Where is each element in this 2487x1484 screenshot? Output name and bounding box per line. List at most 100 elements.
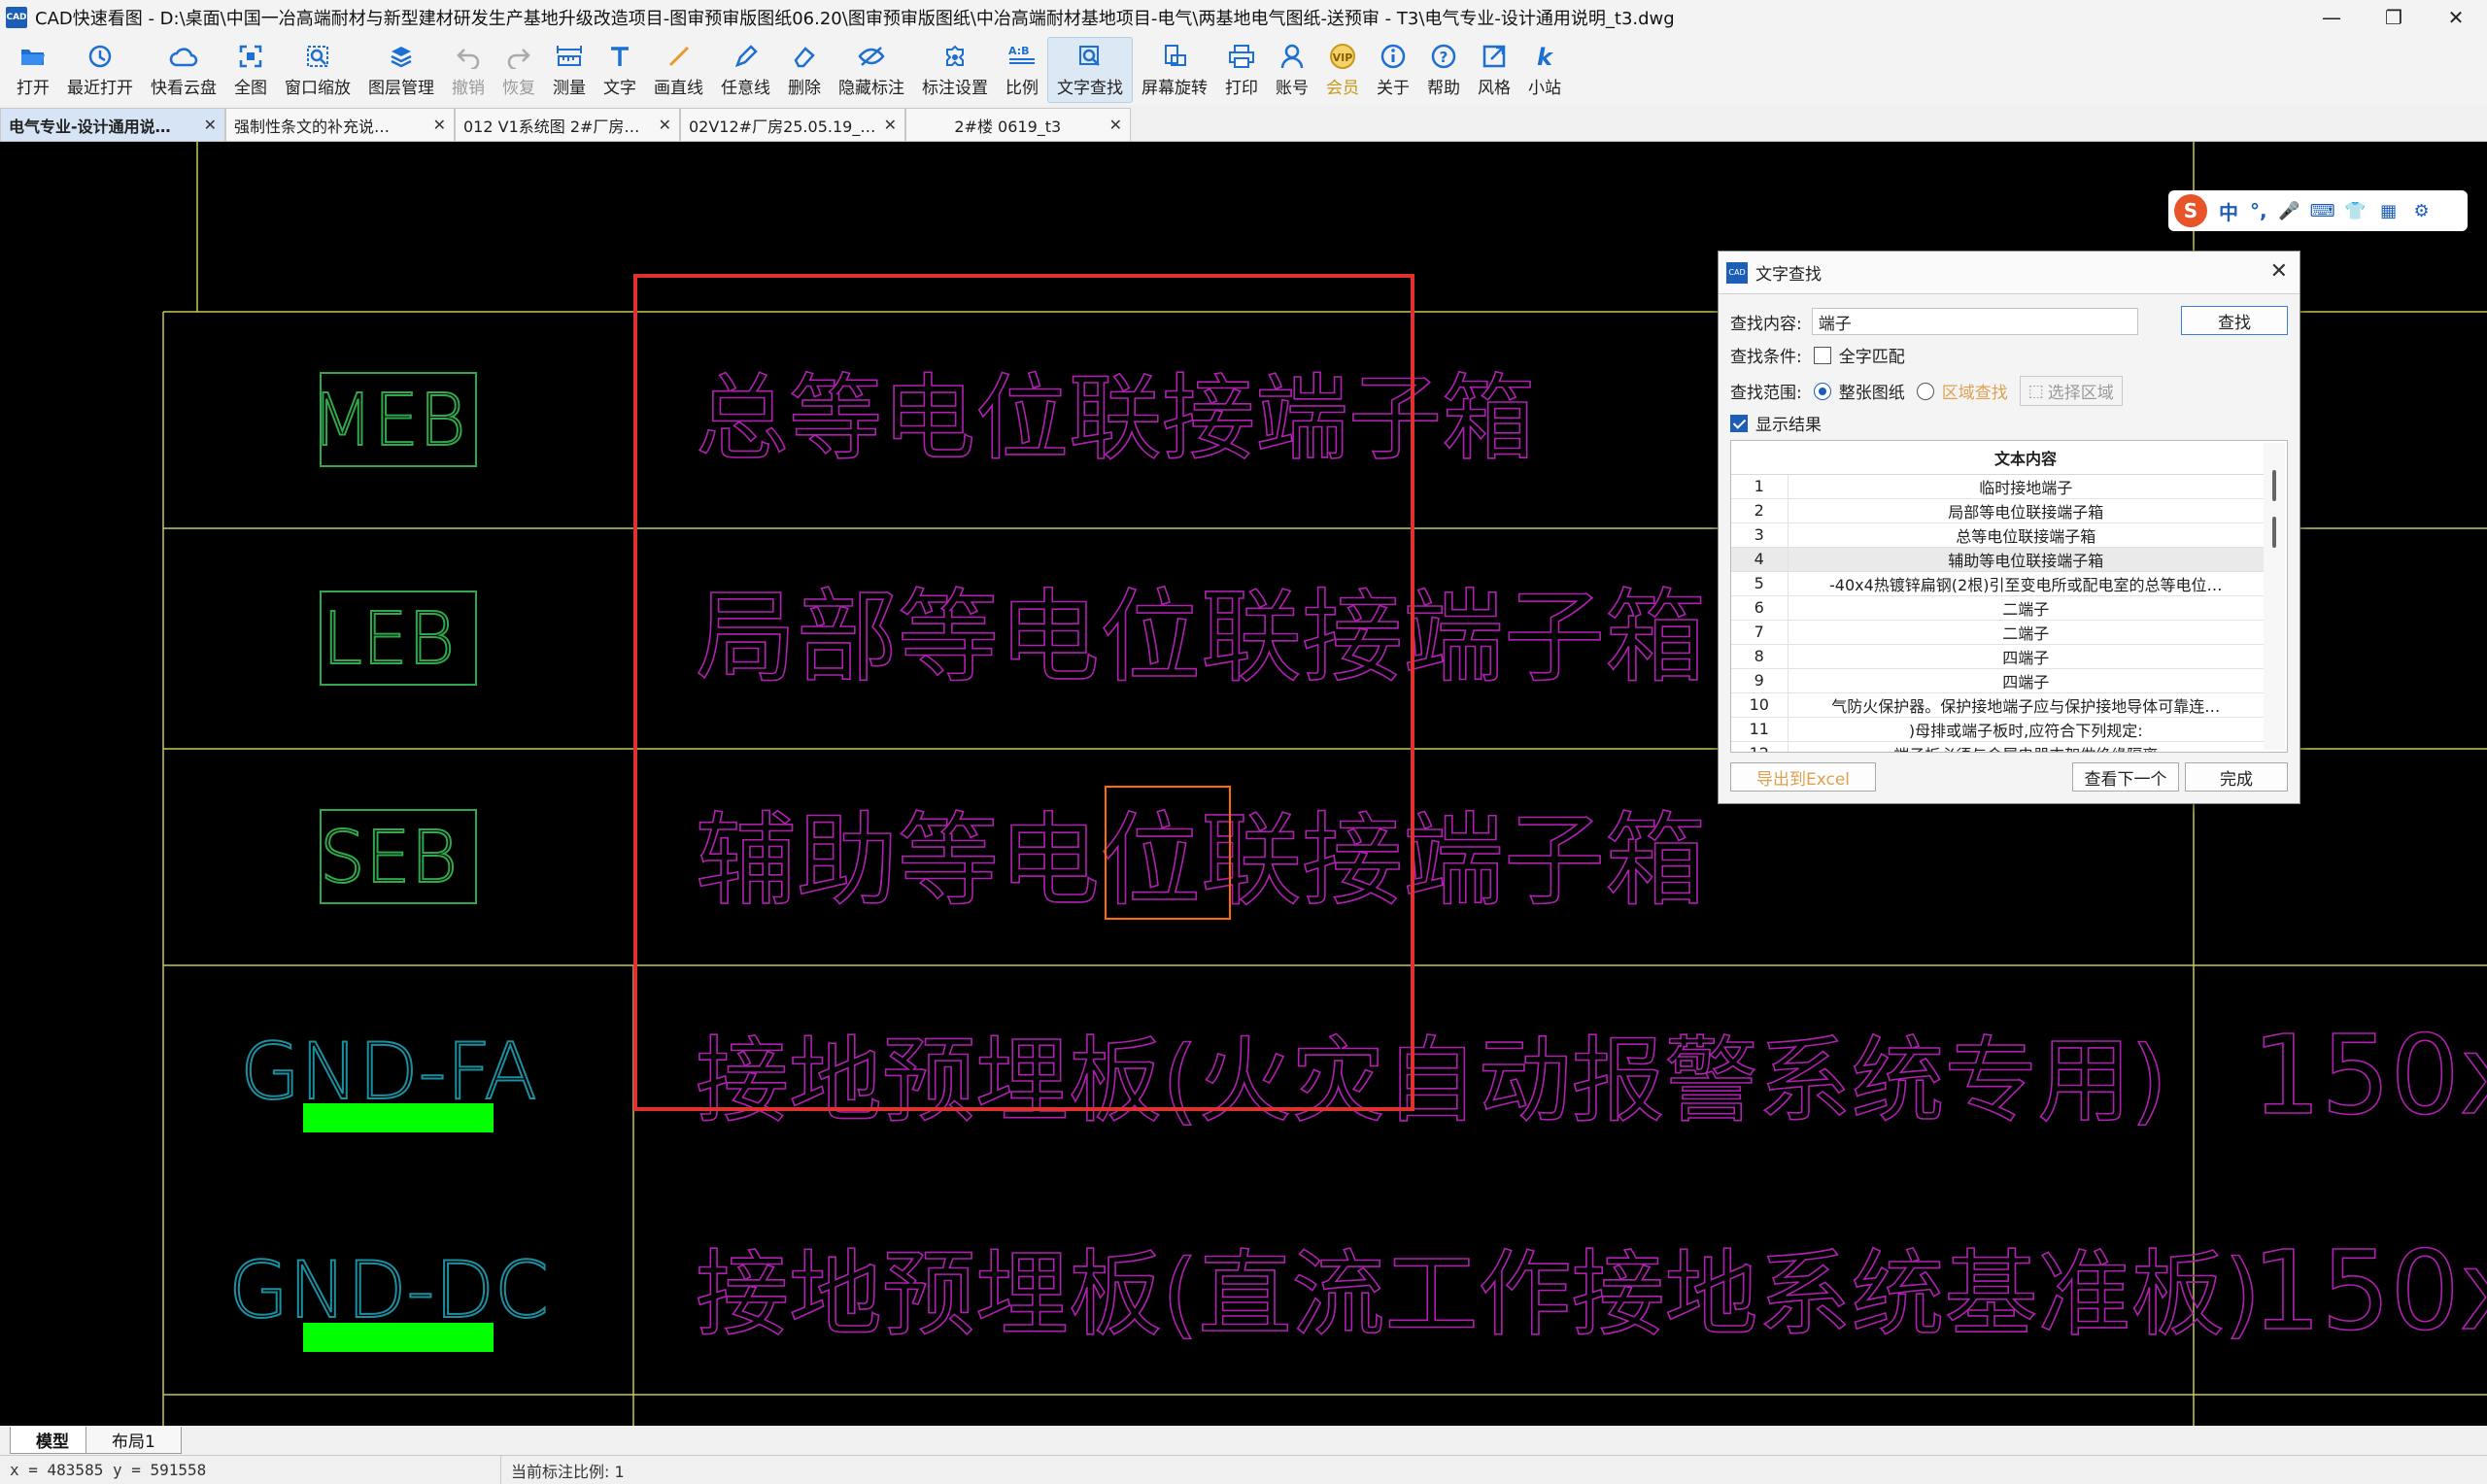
export-excel-button[interactable]: 导出到Excel <box>1730 762 1876 792</box>
toolbar-button-fullscreen[interactable]: 全图 <box>225 37 276 103</box>
layout-tab[interactable]: 模型 <box>10 1427 95 1454</box>
toolbar-label: 文字 <box>603 79 636 98</box>
toolbar-button-style[interactable]: 风格 <box>1469 37 1519 103</box>
toolbar-label: 删除 <box>788 79 821 98</box>
dialog-logo-icon: CAD <box>1726 261 1748 284</box>
results-row-number: 2 <box>1731 498 1789 523</box>
doc-tab[interactable]: 电气专业-设计通用说… ✕ <box>0 108 225 141</box>
results-scrollbar[interactable] <box>2264 443 2285 750</box>
results-list[interactable]: 文本内容 1 临时接地端子 2 局部等电位联接端子箱 3 总等电位联接端子箱 4 辅助等电位联… <box>1730 440 2288 753</box>
results-row[interactable]: 12端子板必须与金属电器支架做绝缘隔离 <box>1731 741 2264 752</box>
layout-tabs: 模型 布局1 <box>0 1426 2487 1455</box>
toolbar-button-user[interactable]: 账号 <box>1267 37 1317 103</box>
results-row[interactable]: 9 四端子 <box>1731 668 2264 693</box>
results-row[interactable]: 7 二端子 <box>1731 620 2264 645</box>
search-input[interactable] <box>1811 308 2138 335</box>
minimize-button[interactable]: — <box>2300 0 2363 35</box>
show-results-label[interactable]: 显示结果 <box>1755 411 1822 435</box>
close-icon[interactable]: ✕ <box>884 116 897 134</box>
tools-icon[interactable]: ⚙ <box>2411 200 2433 221</box>
toolbar-button-zoom-window[interactable]: 窗口缩放 <box>276 37 359 103</box>
close-icon[interactable]: ✕ <box>1109 116 1122 134</box>
range-whole-label[interactable]: 整张图纸 <box>1839 379 1905 403</box>
results-row[interactable]: 4 辅助等电位联接端子箱 <box>1731 547 2264 572</box>
toolbar-button-ruler[interactable]: 测量 <box>544 37 595 103</box>
toolbar-button-k-station[interactable]: k 小站 <box>1519 37 1570 103</box>
doc-tab[interactable]: 强制性条文的补充说… ✕ <box>225 108 455 141</box>
skin-icon[interactable]: 👕 <box>2344 200 2366 221</box>
range-area-radio[interactable] <box>1916 382 1934 400</box>
toolbar-button-eye-hide[interactable]: 隐藏标注 <box>830 37 913 103</box>
results-row[interactable]: 3 总等电位联接端子箱 <box>1731 523 2264 548</box>
toolbar-button-history[interactable]: 最近打开 <box>58 37 142 103</box>
style-icon <box>1480 42 1509 71</box>
restore-button[interactable]: ❐ <box>2363 0 2425 35</box>
grid-icon[interactable]: ▦ <box>2378 200 2400 221</box>
select-area-button[interactable]: ⬚ 选择区域 <box>2019 376 2123 406</box>
toolbar-button-info[interactable]: 关于 <box>1368 37 1418 103</box>
layers-icon <box>387 42 416 71</box>
toolbar-button-folder-open[interactable]: 打开 <box>8 37 58 103</box>
info-icon <box>1379 42 1408 71</box>
range-area-label[interactable]: 区域查找 <box>1942 379 2008 403</box>
results-row[interactable]: 8 四端子 <box>1731 644 2264 669</box>
doc-tab[interactable]: 02V12#厂房25.05.19_… ✕ <box>680 108 905 141</box>
text-search-icon <box>1075 42 1105 71</box>
status-coords: x = 483585 y = 591558 <box>0 1456 501 1484</box>
results-row[interactable]: 1 临时接地端子 <box>1731 474 2264 499</box>
scroll-thumb[interactable] <box>2272 517 2276 548</box>
toolbar-button-scale[interactable]: A:B 比例 <box>997 37 1047 103</box>
show-results-checkbox[interactable] <box>1730 414 1748 432</box>
toolbar-button-help[interactable]: ? 帮助 <box>1418 37 1469 103</box>
close-window-button[interactable]: ✕ <box>2425 0 2487 35</box>
keyboard-icon[interactable]: ⌨ <box>2310 200 2335 221</box>
doc-tab[interactable]: 2#楼 0619_t3 ✕ <box>905 108 1131 141</box>
close-icon[interactable]: ✕ <box>433 116 446 134</box>
range-label: 查找范围: <box>1730 384 1802 403</box>
desc-seb: 辅助等电位联接端子箱 <box>696 801 1706 920</box>
toolbar-button-eraser[interactable]: 删除 <box>779 37 830 103</box>
toolbar-label: 文字查找 <box>1057 79 1123 98</box>
toolbar-button-line[interactable]: 画直线 <box>645 37 712 103</box>
close-icon[interactable]: ✕ <box>659 116 671 134</box>
full-match-checkbox[interactable] <box>1813 346 1831 364</box>
full-match-label[interactable]: 全字匹配 <box>1839 343 1905 367</box>
toolbar-button-pen[interactable]: 任意线 <box>712 37 779 103</box>
toolbar-button-redo[interactable]: 恢复 <box>494 37 544 103</box>
close-icon[interactable]: ✕ <box>2270 259 2288 284</box>
toolbar-label: 关于 <box>1377 79 1410 98</box>
toolbar-button-annotation-settings[interactable]: 标注设置 <box>913 37 997 103</box>
ime-mode[interactable]: 中 <box>2219 197 2238 225</box>
green-bar-gnd-dc <box>303 1323 494 1352</box>
ime-logo-icon[interactable]: S <box>2174 194 2207 227</box>
results-row[interactable]: 2 局部等电位联接端子箱 <box>1731 498 2264 523</box>
toolbar-button-layers[interactable]: 图层管理 <box>359 37 443 103</box>
results-row-number: 5 <box>1731 571 1789 596</box>
layout-tab[interactable]: 布局1 <box>85 1427 182 1454</box>
next-button[interactable]: 查看下一个 <box>2072 762 2179 792</box>
results-row-text: -40x4热镀锌扁钢(2根)引至变电所或配电室的总等电位… <box>1788 571 2264 596</box>
toolbar-button-rotate[interactable]: 屏幕旋转 <box>1133 37 1216 103</box>
toolbar-button-cloud[interactable]: 快看云盘 <box>142 37 225 103</box>
close-icon[interactable]: ✕ <box>204 116 217 134</box>
toolbar-label: 风格 <box>1478 79 1511 98</box>
scroll-thumb[interactable] <box>2272 470 2276 501</box>
desc-gnd-dc: 接地预埋板(直流工作接地系统基准板) <box>696 1240 2261 1349</box>
done-button[interactable]: 完成 <box>2185 762 2288 792</box>
toolbar-label: 账号 <box>1276 79 1309 98</box>
toolbar-button-text[interactable]: 文字 <box>595 37 645 103</box>
ime-punct[interactable]: °, <box>2250 199 2267 222</box>
doc-tab[interactable]: 012 V1系统图 2#厂房… ✕ <box>455 108 680 141</box>
results-row[interactable]: 10 气防火保护器。保护接地端子应与保护接地导体可靠连… <box>1731 692 2264 718</box>
ime-toolbar[interactable]: S 中 °, 🎤 ⌨ 👕 ▦ ⚙ <box>2168 190 2468 231</box>
results-row[interactable]: 5 -40x4热镀锌扁钢(2根)引至变电所或配电室的总等电位… <box>1731 571 2264 596</box>
results-row[interactable]: 6 二端子 <box>1731 595 2264 621</box>
toolbar-button-undo[interactable]: 撤销 <box>443 37 494 103</box>
results-row[interactable]: 11)母排或端子板时,应符合下列规定: <box>1731 717 2264 742</box>
mic-icon[interactable]: 🎤 <box>2278 200 2300 221</box>
range-whole-radio[interactable] <box>1813 382 1831 400</box>
toolbar-button-vip[interactable]: VIP 会员 <box>1317 37 1368 103</box>
toolbar-button-text-search[interactable]: 文字查找 <box>1047 37 1133 103</box>
toolbar-button-printer[interactable]: 打印 <box>1216 37 1267 103</box>
find-button[interactable]: 查找 <box>2181 306 2288 335</box>
